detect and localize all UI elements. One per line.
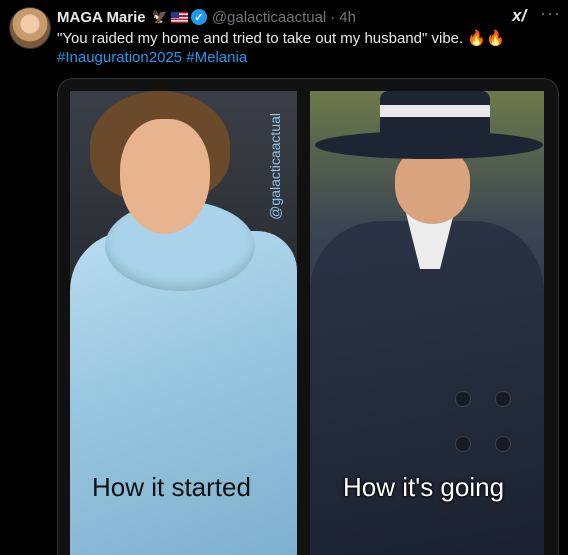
tweet-media[interactable]: @galacticaactual How it started How it's… [57,78,559,555]
author-badges: 🦅 ✓ [152,9,207,25]
face [120,119,210,234]
author-avatar[interactable] [9,7,51,49]
watermark-text: @galacticaactual [267,113,283,220]
tweet-header: MAGA Marie 🦅 ✓ @galacticaactual · 4h [57,7,518,27]
coat-button [455,391,471,407]
tweet-body: "You raided my home and tried to take ou… [57,30,505,47]
eagle-icon: 🦅 [151,9,168,24]
hat-brim [315,131,543,159]
face [395,149,470,224]
coat-button [455,436,471,452]
left-photo-panel[interactable]: @galacticaactual How it started [70,91,297,555]
right-caption: How it's going [343,472,505,502]
us-flag-icon [170,11,188,23]
hat-band [380,105,490,117]
navy-coat [310,221,544,555]
hashtag-inauguration2025[interactable]: #Inauguration2025 [57,49,182,66]
author-handle[interactable]: @galacticaactual [212,9,326,26]
coat-button [495,436,511,452]
separator-dot: · [330,8,336,26]
author-name[interactable]: MAGA Marie [57,9,146,26]
grok-icon[interactable]: x/ [512,6,526,26]
more-options-icon[interactable]: ··· [540,3,561,24]
tweet-hashtags: #Inauguration2025 #Melania [57,48,562,67]
right-photo-panel[interactable]: How it's going [310,91,544,555]
left-caption: How it started [92,472,251,502]
coat-button [495,391,511,407]
tweet-timestamp[interactable]: 4h [339,9,356,26]
verified-badge-icon[interactable]: ✓ [190,9,207,25]
tweet-text-block: "You raided my home and tried to take ou… [57,29,562,67]
hashtag-melania[interactable]: #Melania [186,49,247,66]
